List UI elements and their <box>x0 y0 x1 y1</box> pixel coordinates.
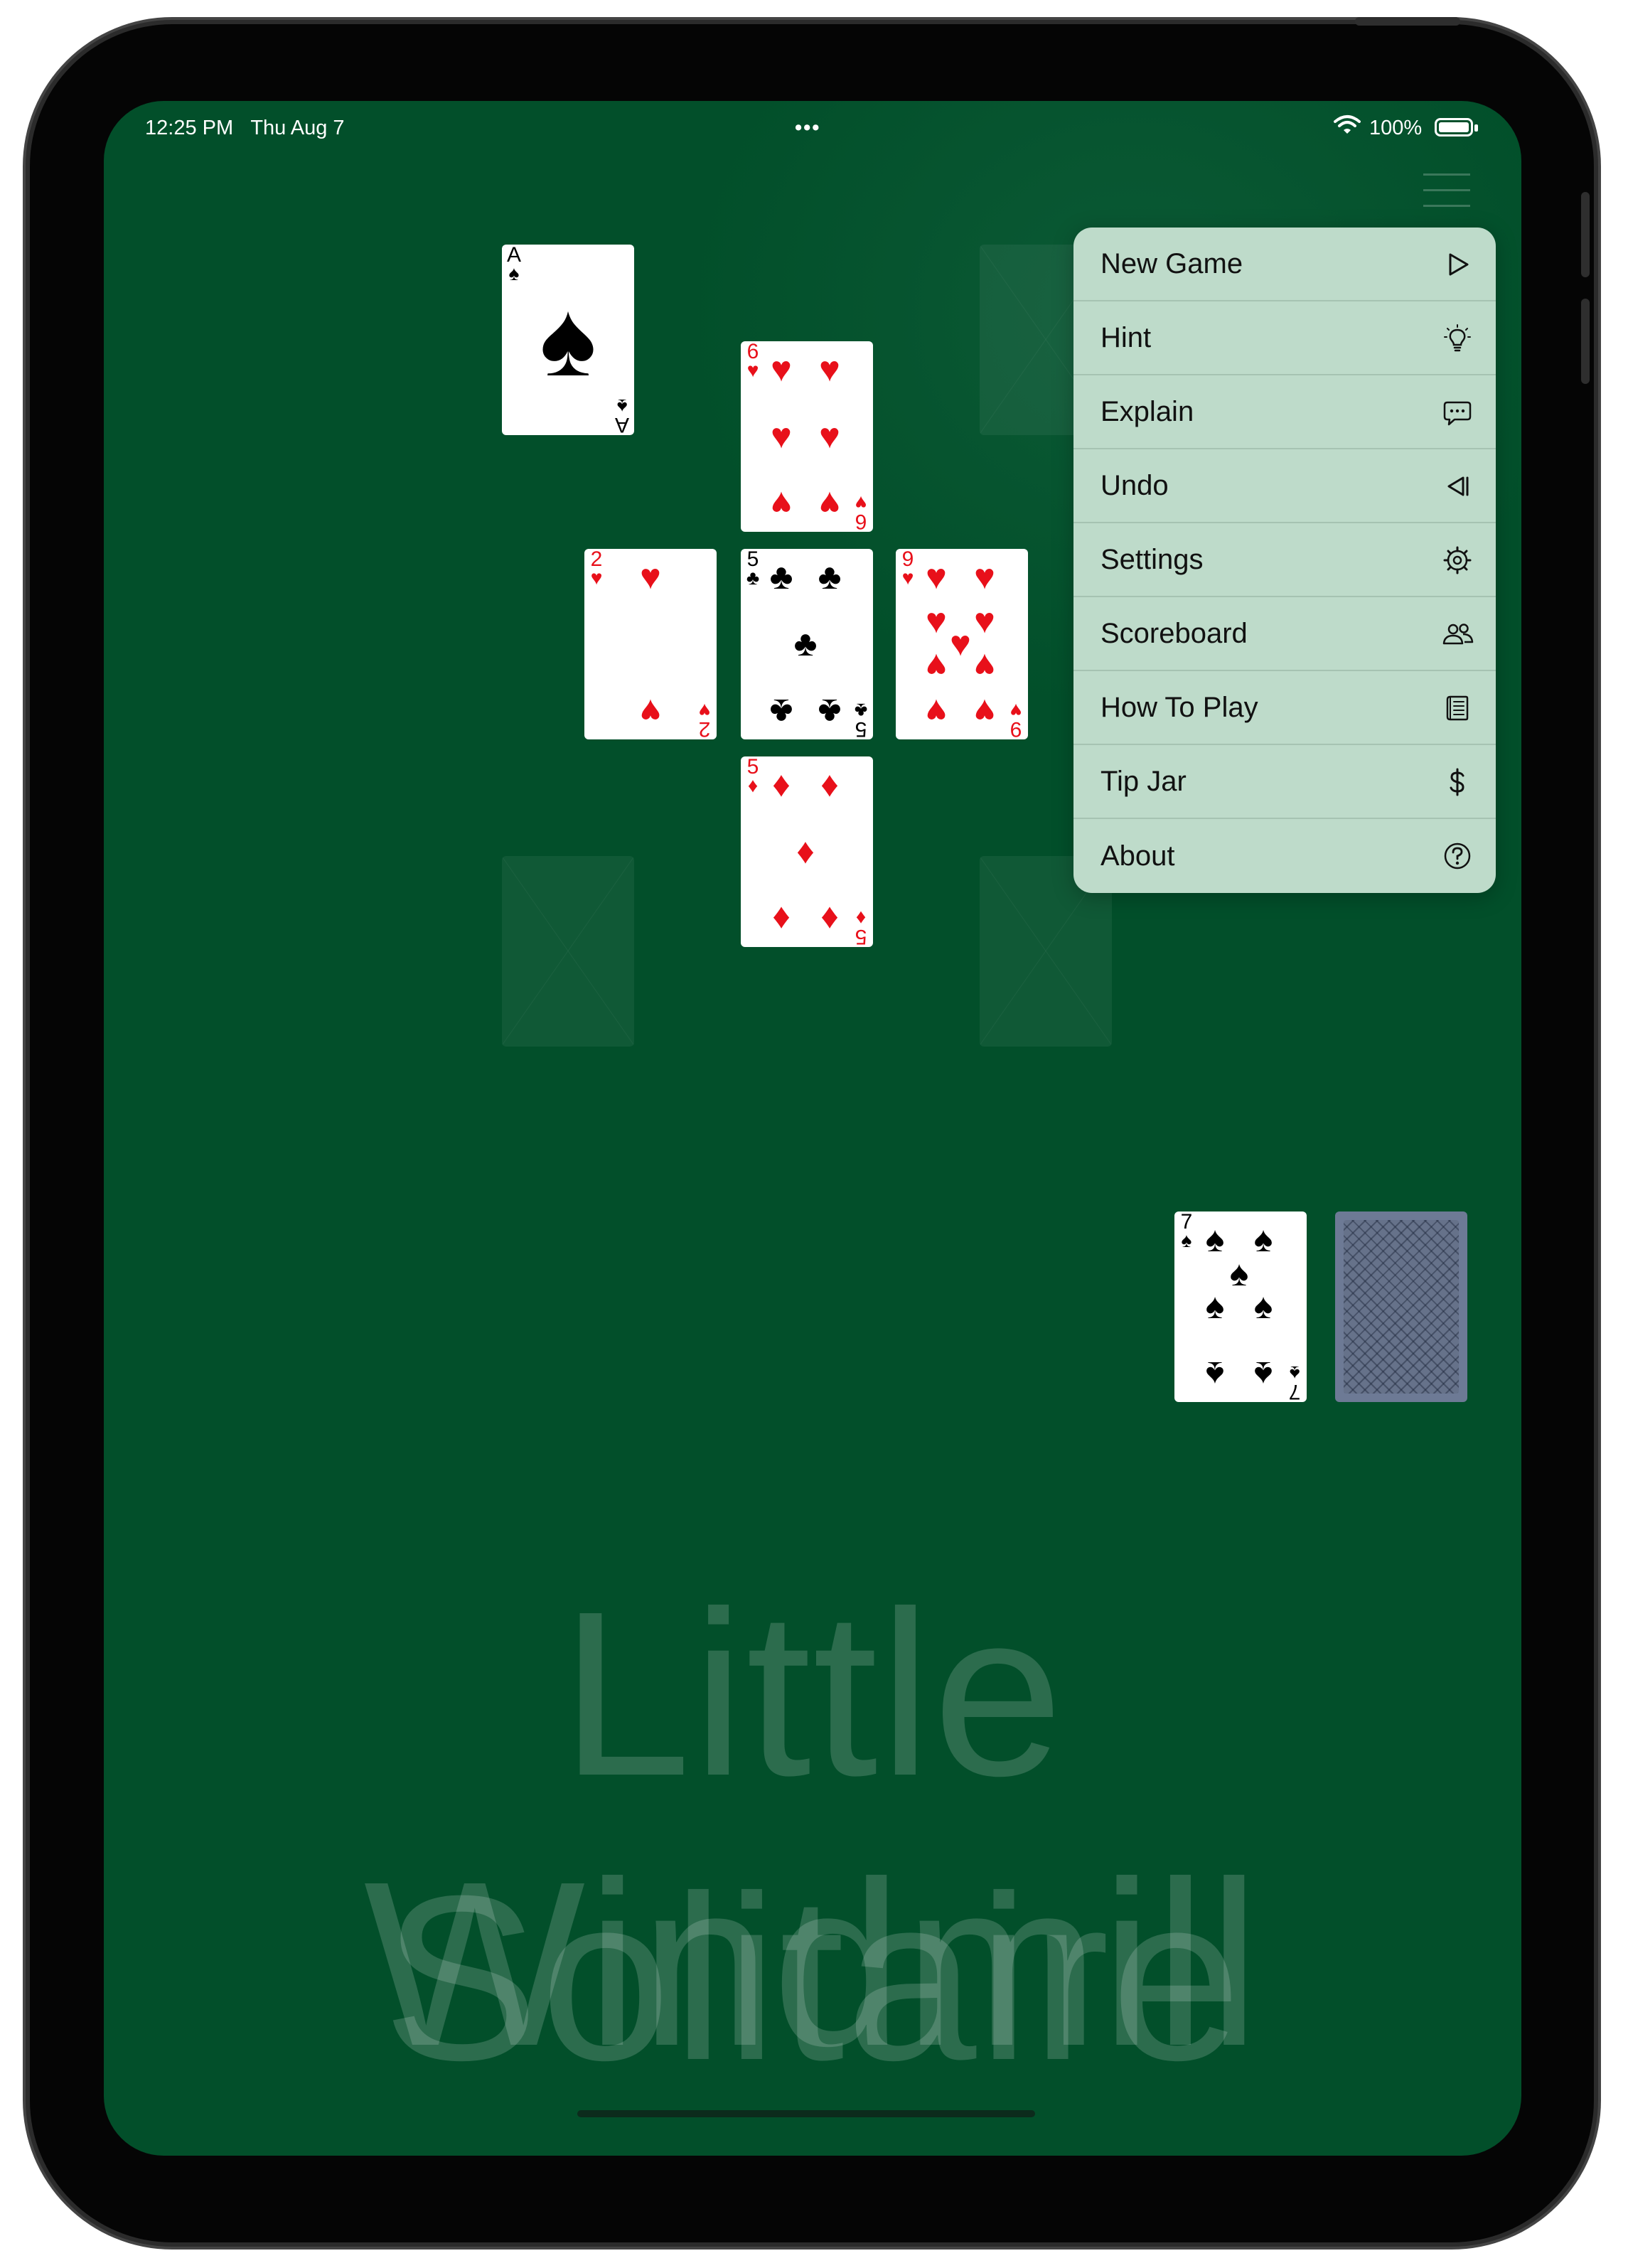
lightbulb-icon <box>1444 324 1471 352</box>
menu-item-about[interactable]: About <box>1073 819 1496 893</box>
game-menu-popup: New Game Hint Explain Undo Settings Scor… <box>1073 228 1496 893</box>
menu-item-explain[interactable]: Explain <box>1073 375 1496 449</box>
spade-icon: ♠ <box>540 279 596 398</box>
multitasking-dots[interactable]: ••• <box>795 117 820 140</box>
menu-item-undo[interactable]: Undo <box>1073 449 1496 523</box>
waste-card-seven-of-spades[interactable]: 7 ♠ ♠ ♠ ♠ ♠ ♠ ♠ ♠ 7 ♠ <box>1174 1211 1307 1403</box>
card-nine-of-hearts[interactable]: 9 ♥ ♥ ♥ ♥ ♥ ♥ ♥ ♥ ♥ ♥ 9 ♥ <box>896 549 1028 741</box>
title-watermark-line2: Solitaire <box>382 1846 1243 2109</box>
book-icon <box>1446 695 1469 721</box>
card-ace-of-spades[interactable]: A ♠ ♠ A ♠ <box>502 245 634 437</box>
card-six-of-hearts[interactable]: 6 ♥ ♥ ♥ ♥ ♥ ♥ ♥ 6 ♥ <box>741 341 873 533</box>
status-bar: 12:25 PM Thu Aug 7 ••• 100% <box>104 108 1521 151</box>
top-button <box>1355 17 1460 26</box>
play-icon <box>1449 253 1469 276</box>
card-two-of-hearts[interactable]: 2 ♥ ♥ ♥ 2 ♥ <box>584 549 717 741</box>
battery-percent: 100% <box>1369 117 1423 139</box>
game-screen: 12:25 PM Thu Aug 7 ••• 100% A ♠ ♠ A ♠ 6 ♥ ♥… <box>104 101 1521 2156</box>
empty-corner-slot-bottom-left[interactable] <box>502 856 634 1047</box>
status-time: 12:25 PM Thu Aug 7 <box>145 117 345 139</box>
status-date: Thu Aug 7 <box>250 117 345 139</box>
hamburger-menu-icon[interactable] <box>1423 169 1470 212</box>
battery-icon <box>1435 118 1473 137</box>
menu-item-settings[interactable]: Settings <box>1073 523 1496 597</box>
card-back-pattern <box>1344 1220 1459 1394</box>
question-circle-icon <box>1444 843 1471 870</box>
menu-item-tip-jar[interactable]: Tip Jar <box>1073 745 1496 819</box>
dollar-icon <box>1450 768 1464 796</box>
volume-down-button <box>1581 299 1590 384</box>
people-icon <box>1442 624 1474 645</box>
wifi-icon <box>1334 115 1361 134</box>
card-five-of-diamonds[interactable]: 5 ♦ ♦ ♦ ♦ ♦ ♦ 5 ♦ <box>741 756 873 948</box>
battery-tip <box>1474 124 1478 132</box>
card-five-of-clubs[interactable]: 5 ♣ ♣ ♣ ♣ ♣ ♣ 5 ♣ <box>741 549 873 741</box>
menu-item-how-to-play[interactable]: How To Play <box>1073 671 1496 745</box>
stock-pile[interactable] <box>1335 1211 1467 1402</box>
home-indicator[interactable] <box>577 2110 1035 2117</box>
menu-item-scoreboard[interactable]: Scoreboard <box>1073 597 1496 671</box>
gear-icon <box>1443 546 1472 574</box>
menu-item-new-game[interactable]: New Game <box>1073 228 1496 301</box>
speech-bubble-icon <box>1443 401 1472 426</box>
menu-item-hint[interactable]: Hint <box>1073 301 1496 375</box>
volume-up-button <box>1581 192 1590 277</box>
undo-icon <box>1447 476 1469 496</box>
